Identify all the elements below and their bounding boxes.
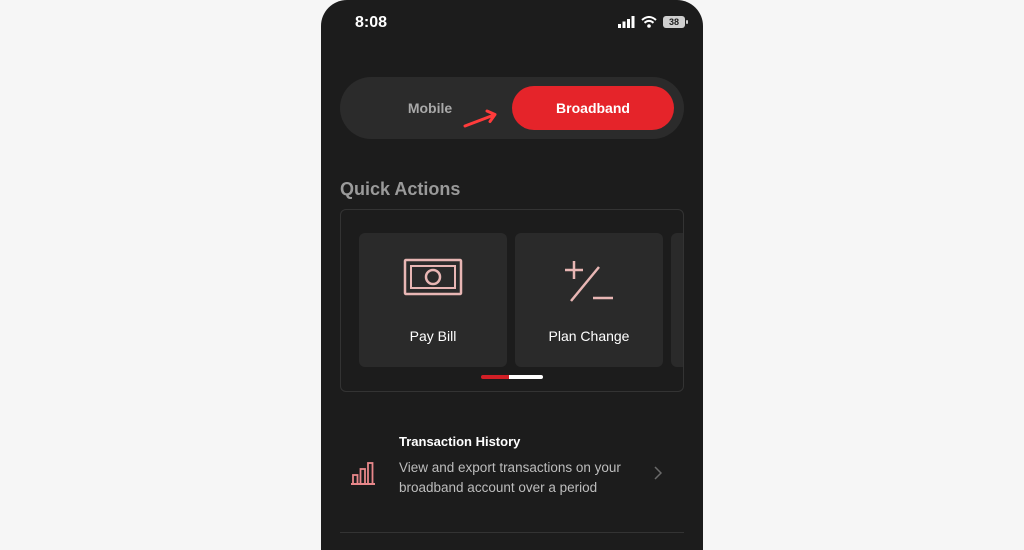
progress-track <box>509 375 543 379</box>
toggle-broadband[interactable]: Broadband <box>512 86 674 130</box>
transaction-history-row[interactable]: Transaction History View and export tran… <box>340 418 684 533</box>
carousel-progress <box>481 375 543 379</box>
transaction-history-title: Transaction History <box>399 434 521 449</box>
cash-icon <box>359 257 507 297</box>
plan-change-label: Plan Change <box>548 328 630 344</box>
plan-change-card[interactable]: Plan Change <box>515 233 663 367</box>
status-icons: 38 <box>618 16 688 28</box>
signal-icon <box>618 16 635 28</box>
pointer-arrow-icon <box>463 109 497 128</box>
progress-filled <box>481 375 509 379</box>
next-card-peek[interactable] <box>671 233 683 367</box>
pay-bill-label: Pay Bill <box>409 328 457 344</box>
battery-icon: 38 <box>663 16 688 28</box>
pay-bill-card[interactable]: Pay Bill <box>359 233 507 367</box>
divider <box>340 532 684 533</box>
chevron-right-icon <box>654 466 662 480</box>
plus-minus-icon <box>515 257 663 307</box>
status-time: 8:08 <box>355 14 388 31</box>
service-toggle: Mobile Broadband <box>340 77 684 139</box>
section-title-quick-actions: Quick Actions <box>340 179 461 199</box>
phone-screen: 8:08 38 Mobile Broadband Quick Actions P… <box>321 0 703 550</box>
status-bar: 8:08 38 <box>321 0 703 48</box>
transaction-history-description: View and export transactions on your bro… <box>399 460 621 495</box>
quick-actions-carousel[interactable]: Pay Bill Plan Change <box>340 209 684 392</box>
wifi-icon <box>641 16 657 28</box>
bar-chart-icon <box>351 462 375 485</box>
